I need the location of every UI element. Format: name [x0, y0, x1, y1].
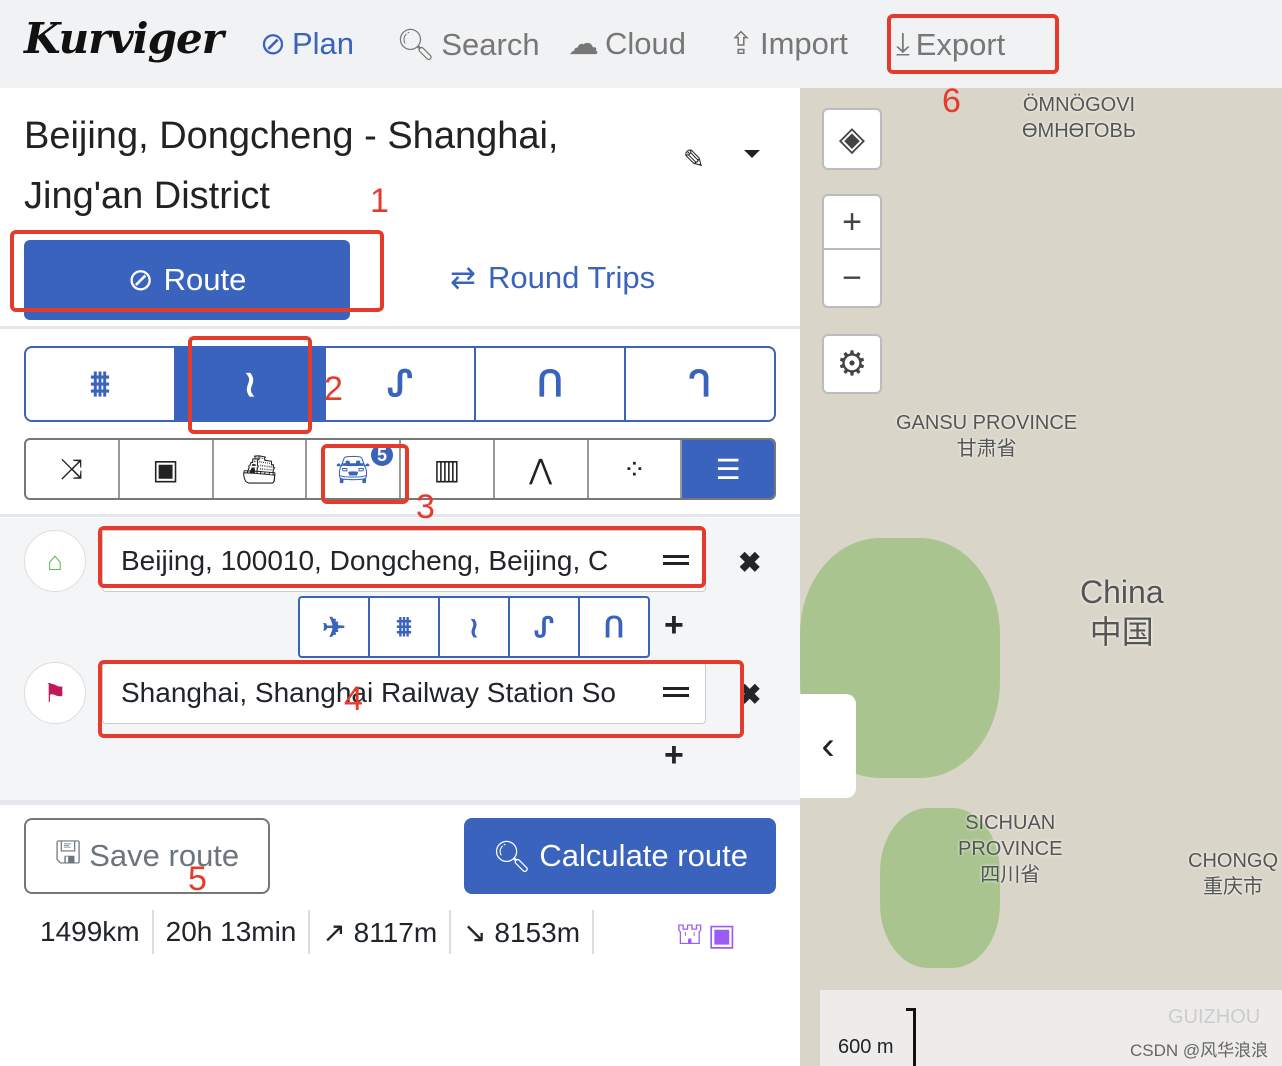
- chevron-left-icon: ‹: [821, 723, 835, 768]
- curvier-icon[interactable]: ᔑ: [326, 348, 476, 420]
- search-icon: 🔍︎: [492, 838, 532, 874]
- sliders-icon[interactable]: ☰: [682, 440, 774, 498]
- distance: 1499km: [24, 910, 154, 954]
- save-route-button[interactable]: 🖫 Save route: [24, 818, 270, 894]
- map-footer: 600 m GUIZHOU CSDN @风华浪浪: [820, 990, 1282, 1066]
- zoom-out-button[interactable]: −: [822, 248, 882, 308]
- annotation-number: 2: [324, 370, 343, 408]
- toll-warning-icon[interactable]: ▣: [708, 918, 736, 956]
- calculate-route-button[interactable]: 🔍︎ Calculate route: [464, 818, 776, 894]
- extra-curvy-icon[interactable]: ᑎ: [580, 598, 648, 656]
- divider: [0, 514, 800, 517]
- gear-icon: ⚙: [836, 345, 868, 383]
- segment-profile-selector: ✈ ⩩ ≀ ᔑ ᑎ: [298, 596, 650, 658]
- annotation-number: 6: [942, 82, 961, 120]
- collapse-panel-button[interactable]: ‹: [800, 694, 856, 798]
- motorway-icon[interactable]: ⩩: [26, 348, 176, 420]
- map-label: GUIZHOU: [1168, 1006, 1261, 1028]
- add-waypoint-button[interactable]: +: [664, 606, 684, 645]
- curviest-icon[interactable]: ᒉ: [626, 348, 774, 420]
- search-icon: 🔍︎: [396, 27, 436, 62]
- ascent: ↗ 8117m: [310, 910, 452, 954]
- layers-icon: ◈: [838, 120, 866, 158]
- bird-icon[interactable]: ✈: [300, 598, 370, 656]
- map-label: SICHUAN PROVINCE 四川省: [958, 812, 1063, 886]
- annotation-box: [10, 230, 384, 312]
- map-label: China 中国: [1080, 574, 1164, 650]
- watermark: CSDN @风华浪浪: [1130, 1041, 1269, 1060]
- divider: [0, 800, 800, 805]
- descent: ↘ 8153m: [451, 910, 595, 954]
- curvier-icon[interactable]: ᔑ: [510, 598, 580, 656]
- annotation-number: 1: [370, 182, 389, 220]
- tab-round-trips[interactable]: ⇄ Round Trips: [450, 260, 655, 296]
- scale-bar: 600 m: [838, 1036, 894, 1058]
- logo: Kurviger: [24, 14, 224, 63]
- nav-plan[interactable]: ⊘ Plan: [260, 26, 354, 62]
- floppy-icon: 🖫: [54, 834, 82, 870]
- flag-icon: ⚑: [24, 662, 86, 724]
- ferry-icon[interactable]: ⛴: [214, 440, 308, 498]
- cloud-icon: ☁: [568, 26, 599, 61]
- unpaved-icon[interactable]: ⁘: [589, 440, 683, 498]
- extra-curvy-icon[interactable]: ᑎ: [476, 348, 626, 420]
- layers-button[interactable]: ◈: [822, 108, 882, 170]
- annotation-box: [887, 14, 1059, 74]
- map-label: ÖMNÖGOVI ӨМНӨГОВЬ: [1022, 94, 1136, 142]
- curvy-icon[interactable]: ≀: [440, 598, 510, 656]
- route-warnings: ⛫ ▣: [676, 918, 736, 956]
- chevron-down-icon[interactable]: [744, 150, 760, 158]
- annotation-number: 5: [188, 860, 207, 898]
- divider: [0, 326, 800, 329]
- annotation-box: [98, 660, 744, 738]
- map-label: GANSU PROVINCE 甘肃省: [896, 412, 1078, 460]
- nav-import[interactable]: ⇪ Import: [728, 26, 848, 62]
- annotation-box: [188, 336, 312, 434]
- annotation-number: 4: [344, 680, 363, 718]
- nav-search[interactable]: 🔍︎ Search: [396, 26, 540, 63]
- motorway-icon[interactable]: ⩩: [370, 598, 440, 656]
- top-bar: Kurviger ⊘ Plan 🔍︎ Search ☁ Cloud ⇪ Import ⤓…: [0, 0, 1282, 88]
- shuffle-icon[interactable]: ⤨: [26, 440, 120, 498]
- edit-icon[interactable]: ✎: [683, 144, 705, 175]
- annotation-box: [98, 526, 706, 588]
- duration: 20h 13min: [154, 910, 311, 954]
- annotation-number: 3: [416, 488, 435, 526]
- settings-button[interactable]: ⚙: [822, 334, 882, 394]
- repeat-icon: ⇄: [450, 260, 476, 295]
- tunnel-warning-icon[interactable]: ⛫: [676, 918, 704, 956]
- annotation-box: [321, 444, 409, 504]
- toll-icon[interactable]: ▣: [120, 440, 214, 498]
- route-stats: 1499km 20h 13min ↗ 8117m ↘ 8153m: [24, 908, 595, 956]
- home-icon: ⌂: [24, 530, 86, 592]
- zoom-in-button[interactable]: +: [822, 194, 882, 250]
- upload-icon: ⇪: [728, 26, 754, 61]
- nav-cloud[interactable]: ☁ Cloud: [568, 26, 686, 62]
- close-icon[interactable]: ✖: [738, 546, 761, 579]
- route-title: Beijing, Dongcheng - Shanghai, Jing'an D…: [24, 115, 559, 217]
- curviness-selector: ⩩ ≀ ᔑ ᑎ ᒉ: [24, 346, 776, 422]
- map-label: CHONGQ 重庆市: [1188, 850, 1278, 898]
- compass-icon: ⊘: [260, 26, 286, 61]
- map[interactable]: ÖMNÖGOVI ӨМНӨГОВЬ GANSU PROVINCE 甘肃省 China…: [800, 88, 1282, 1066]
- narrow-road-icon[interactable]: ⋀: [495, 440, 589, 498]
- add-waypoint-button[interactable]: +: [664, 736, 684, 775]
